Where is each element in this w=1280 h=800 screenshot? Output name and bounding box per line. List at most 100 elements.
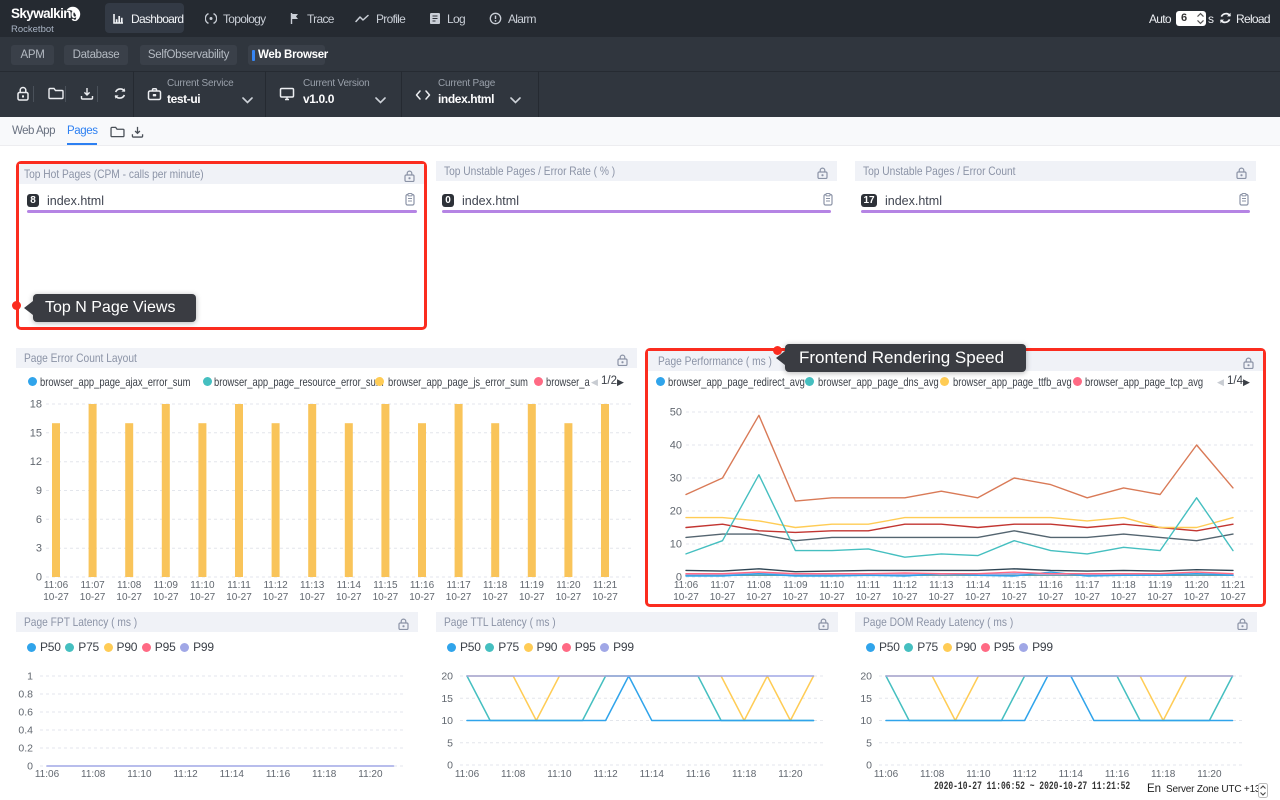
svg-text:11:18: 11:18	[732, 769, 757, 780]
svg-text:11:10: 11:10	[820, 580, 845, 591]
svg-text:11:09: 11:09	[783, 580, 808, 591]
svg-text:10-27: 10-27	[556, 592, 582, 603]
svg-text:10-27: 10-27	[1001, 592, 1027, 603]
svg-text:40: 40	[670, 440, 682, 452]
svg-text:11:12: 11:12	[593, 769, 618, 780]
svg-text:20: 20	[670, 506, 682, 518]
svg-text:10: 10	[860, 715, 872, 727]
svg-text:1: 1	[27, 671, 33, 683]
svg-text:11:12: 11:12	[893, 580, 918, 591]
svg-text:11:21: 11:21	[593, 580, 618, 591]
svg-text:11:08: 11:08	[920, 769, 945, 780]
svg-text:10-27: 10-27	[409, 592, 435, 603]
svg-text:10-27: 10-27	[1111, 592, 1137, 603]
svg-text:5: 5	[447, 737, 453, 749]
svg-text:12: 12	[30, 456, 42, 468]
svg-text:11:20: 11:20	[778, 769, 803, 780]
svg-text:10-27: 10-27	[299, 592, 325, 603]
svg-text:10-27: 10-27	[746, 592, 772, 603]
svg-text:10-27: 10-27	[819, 592, 845, 603]
svg-text:10-27: 10-27	[710, 592, 736, 603]
svg-text:0.6: 0.6	[18, 707, 33, 719]
svg-text:10-27: 10-27	[892, 592, 918, 603]
svg-text:0.4: 0.4	[18, 725, 33, 737]
svg-text:11:16: 11:16	[410, 580, 435, 591]
svg-text:11:10: 11:10	[127, 769, 152, 780]
svg-text:10-27: 10-27	[673, 592, 699, 603]
svg-text:11:19: 11:19	[1148, 580, 1173, 591]
svg-text:10: 10	[441, 715, 453, 727]
svg-text:11:14: 11:14	[966, 580, 991, 591]
svg-text:11:06: 11:06	[44, 580, 69, 591]
svg-text:11:12: 11:12	[173, 769, 198, 780]
svg-text:11:07: 11:07	[710, 580, 735, 591]
svg-text:10-27: 10-27	[1147, 592, 1173, 603]
svg-text:11:12: 11:12	[263, 580, 288, 591]
svg-text:11:18: 11:18	[483, 580, 508, 591]
svg-text:11:20: 11:20	[1184, 580, 1209, 591]
svg-text:10: 10	[670, 539, 682, 551]
svg-text:11:06: 11:06	[455, 769, 480, 780]
svg-text:18: 18	[30, 399, 42, 411]
svg-text:15: 15	[441, 693, 453, 705]
svg-text:10-27: 10-27	[1038, 592, 1064, 603]
svg-text:11:11: 11:11	[227, 580, 251, 591]
svg-text:11:13: 11:13	[929, 580, 954, 591]
svg-text:11:14: 11:14	[1059, 769, 1084, 780]
svg-text:10-27: 10-27	[783, 592, 809, 603]
svg-text:11:17: 11:17	[1075, 580, 1100, 591]
svg-text:0: 0	[447, 760, 453, 772]
svg-text:10-27: 10-27	[190, 592, 216, 603]
svg-text:10-27: 10-27	[373, 592, 399, 603]
svg-text:11:16: 11:16	[1039, 580, 1064, 591]
svg-text:50: 50	[670, 407, 682, 419]
svg-text:11:10: 11:10	[190, 580, 215, 591]
svg-text:11:15: 11:15	[373, 580, 398, 591]
svg-text:11:20: 11:20	[556, 580, 581, 591]
svg-text:11:07: 11:07	[80, 580, 105, 591]
svg-text:10-27: 10-27	[1074, 592, 1100, 603]
svg-text:0.8: 0.8	[18, 689, 33, 701]
svg-text:20: 20	[860, 671, 872, 683]
svg-text:10-27: 10-27	[43, 592, 69, 603]
svg-text:10-27: 10-27	[482, 592, 508, 603]
svg-text:10-27: 10-27	[80, 592, 106, 603]
svg-text:11:10: 11:10	[547, 769, 572, 780]
svg-text:10-27: 10-27	[263, 592, 289, 603]
svg-text:11:12: 11:12	[1012, 769, 1037, 780]
svg-text:10-27: 10-27	[592, 592, 618, 603]
svg-text:10-27: 10-27	[153, 592, 179, 603]
svg-text:11:21: 11:21	[1221, 580, 1246, 591]
svg-text:11:18: 11:18	[312, 769, 337, 780]
svg-text:30: 30	[670, 473, 682, 485]
svg-text:11:15: 11:15	[1002, 580, 1027, 591]
svg-text:15: 15	[860, 693, 872, 705]
svg-text:10-27: 10-27	[116, 592, 142, 603]
svg-text:11:14: 11:14	[220, 769, 245, 780]
svg-text:11:19: 11:19	[520, 580, 545, 591]
svg-text:10-27: 10-27	[856, 592, 882, 603]
svg-text:11:17: 11:17	[446, 580, 471, 591]
svg-text:11:11: 11:11	[857, 580, 881, 591]
svg-text:11:14: 11:14	[337, 580, 362, 591]
svg-text:0: 0	[36, 572, 42, 584]
svg-text:11:14: 11:14	[640, 769, 665, 780]
svg-text:10-27: 10-27	[1184, 592, 1210, 603]
svg-text:11:18: 11:18	[1111, 580, 1136, 591]
svg-text:9: 9	[36, 485, 42, 497]
svg-text:5: 5	[866, 737, 872, 749]
svg-text:11:08: 11:08	[747, 580, 772, 591]
svg-text:11:08: 11:08	[501, 769, 526, 780]
svg-text:11:08: 11:08	[81, 769, 106, 780]
svg-text:11:20: 11:20	[358, 769, 383, 780]
svg-text:10-27: 10-27	[446, 592, 472, 603]
svg-text:10-27: 10-27	[519, 592, 545, 603]
svg-text:11:13: 11:13	[300, 580, 325, 591]
svg-text:11:08: 11:08	[117, 580, 142, 591]
svg-text:10-27: 10-27	[929, 592, 955, 603]
svg-text:15: 15	[30, 427, 42, 439]
svg-text:11:06: 11:06	[674, 580, 699, 591]
svg-text:10-27: 10-27	[965, 592, 991, 603]
svg-text:11:16: 11:16	[1105, 769, 1130, 780]
svg-text:11:10: 11:10	[966, 769, 991, 780]
